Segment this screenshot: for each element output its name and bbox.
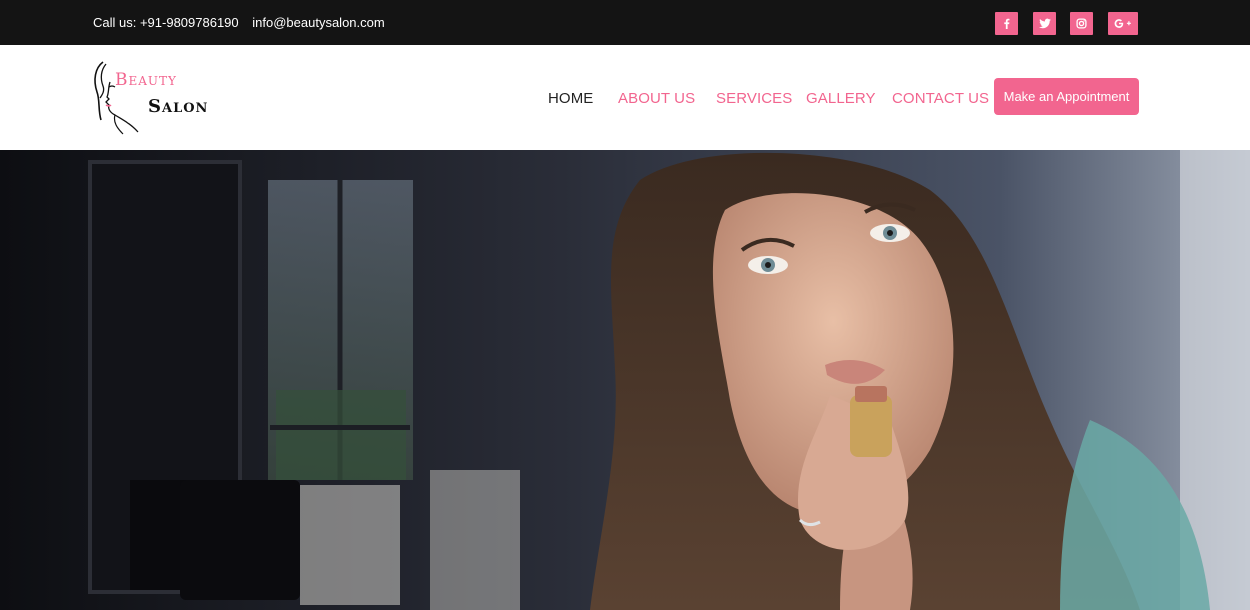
hero-banner — [0, 150, 1250, 610]
make-appointment-button[interactable]: Make an Appointment — [994, 78, 1139, 115]
hero-image — [0, 150, 1250, 610]
contact-info: Call us: +91-9809786190 info@beautysalon… — [93, 15, 395, 30]
logo-text-salon: Salon — [148, 96, 209, 117]
nav-home[interactable]: HOME — [548, 90, 593, 107]
nav-services[interactable]: SERVICES — [716, 90, 792, 107]
logo[interactable]: Beauty Salon — [93, 60, 218, 135]
facebook-icon[interactable] — [995, 12, 1018, 35]
google-plus-icon[interactable] — [1108, 12, 1138, 35]
nav-gallery[interactable]: GALLERY — [806, 90, 876, 107]
email-address[interactable]: info@beautysalon.com — [252, 15, 384, 30]
header: Beauty Salon HOME ABOUT US SERVICES GALL… — [0, 45, 1250, 150]
nav-about-us[interactable]: ABOUT US — [618, 90, 695, 107]
logo-text-beauty: Beauty — [115, 70, 177, 90]
twitter-icon[interactable] — [1033, 12, 1056, 35]
phone-number: Call us: +91-9809786190 — [93, 15, 239, 30]
instagram-icon[interactable] — [1070, 12, 1093, 35]
nav-contact-us[interactable]: CONTACT US — [892, 90, 989, 107]
top-bar: Call us: +91-9809786190 info@beautysalon… — [0, 0, 1250, 45]
